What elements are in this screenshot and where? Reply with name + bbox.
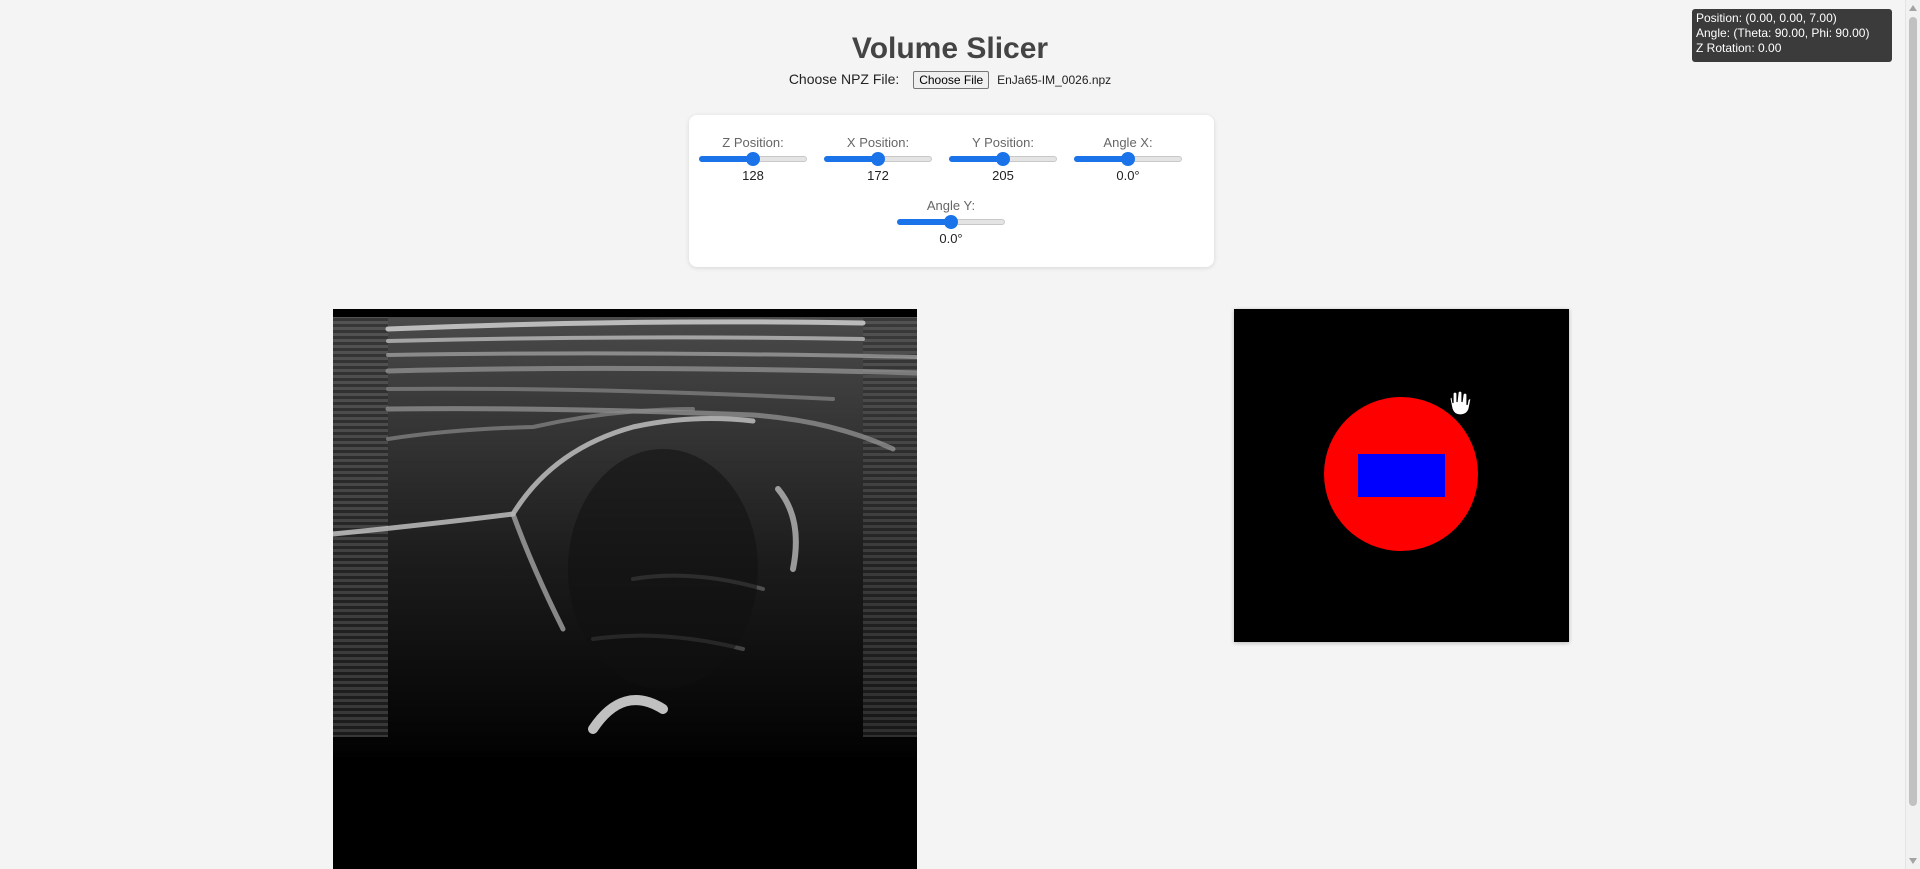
selected-file-name: EnJa65-IM_0026.npz — [997, 73, 1112, 88]
angle-y-value: 0.0° — [939, 231, 963, 246]
slider-fill — [1074, 156, 1128, 162]
slider-thumb[interactable] — [746, 152, 760, 166]
angle-y-label: Angle Y: — [926, 198, 976, 213]
control-angle-y: Angle Y: 0.0° — [896, 198, 1006, 246]
slider-controls-panel: Z Position: 128 X Position: 172 Y Positi… — [689, 115, 1214, 267]
ultrasound-slice-image — [333, 309, 917, 869]
scroll-down-icon[interactable] — [1909, 858, 1917, 864]
angle-x-label: Angle X: — [1103, 135, 1153, 150]
x-position-value: 172 — [867, 168, 889, 183]
angle-x-slider[interactable] — [1074, 151, 1182, 167]
control-z-position: Z Position: 128 — [698, 135, 808, 183]
slider-thumb[interactable] — [944, 215, 958, 229]
control-y-position: Y Position: 205 — [948, 135, 1058, 183]
position-readout: Position: (0.00, 0.00, 7.00) — [1696, 11, 1837, 25]
choose-file-button[interactable]: Choose File — [913, 71, 990, 90]
page-title: Volume Slicer — [851, 32, 1049, 65]
slice-viewer-canvas[interactable] — [333, 309, 917, 869]
y-position-label: Y Position: — [972, 135, 1034, 150]
orientation-preview-canvas[interactable] — [1234, 309, 1569, 642]
x-position-slider[interactable] — [824, 151, 932, 167]
page: Volume Slicer Choose NPZ File: Choose Fi… — [0, 0, 1920, 869]
angle-x-value: 0.0° — [1116, 168, 1140, 183]
scrollbar-thumb[interactable] — [1909, 17, 1917, 806]
camera-info-overlay: Position: (0.00, 0.00, 7.00) Angle: (The… — [1692, 9, 1892, 62]
slider-thumb[interactable] — [871, 152, 885, 166]
y-position-slider[interactable] — [949, 151, 1057, 167]
control-angle-x: Angle X: 0.0° — [1073, 135, 1183, 183]
z-position-label: Z Position: — [722, 135, 784, 150]
orientation-preview — [1234, 309, 1569, 642]
x-position-label: X Position: — [846, 135, 910, 150]
slider-fill — [824, 156, 878, 162]
scroll-up-icon[interactable] — [1909, 5, 1917, 11]
slider-thumb[interactable] — [996, 152, 1010, 166]
preview-rectangle — [1358, 454, 1445, 497]
file-chooser-row: Choose NPZ File: Choose File EnJa65-IM_0… — [0, 71, 1900, 90]
slider-fill — [949, 156, 1003, 162]
angle-y-slider[interactable] — [897, 214, 1005, 230]
z-rotation-readout: Z Rotation: 0.00 — [1696, 41, 1782, 55]
page-scrollbar[interactable] — [1905, 0, 1920, 869]
angle-readout: Angle: (Theta: 90.00, Phi: 90.00) — [1696, 26, 1870, 40]
slider-fill — [897, 219, 951, 225]
y-position-value: 205 — [992, 168, 1014, 183]
file-chooser-label: Choose NPZ File: — [788, 71, 900, 87]
slider-fill — [699, 156, 753, 162]
z-position-slider[interactable] — [699, 151, 807, 167]
slider-thumb[interactable] — [1121, 152, 1135, 166]
control-x-position: X Position: 172 — [823, 135, 933, 183]
z-position-value: 128 — [742, 168, 764, 183]
